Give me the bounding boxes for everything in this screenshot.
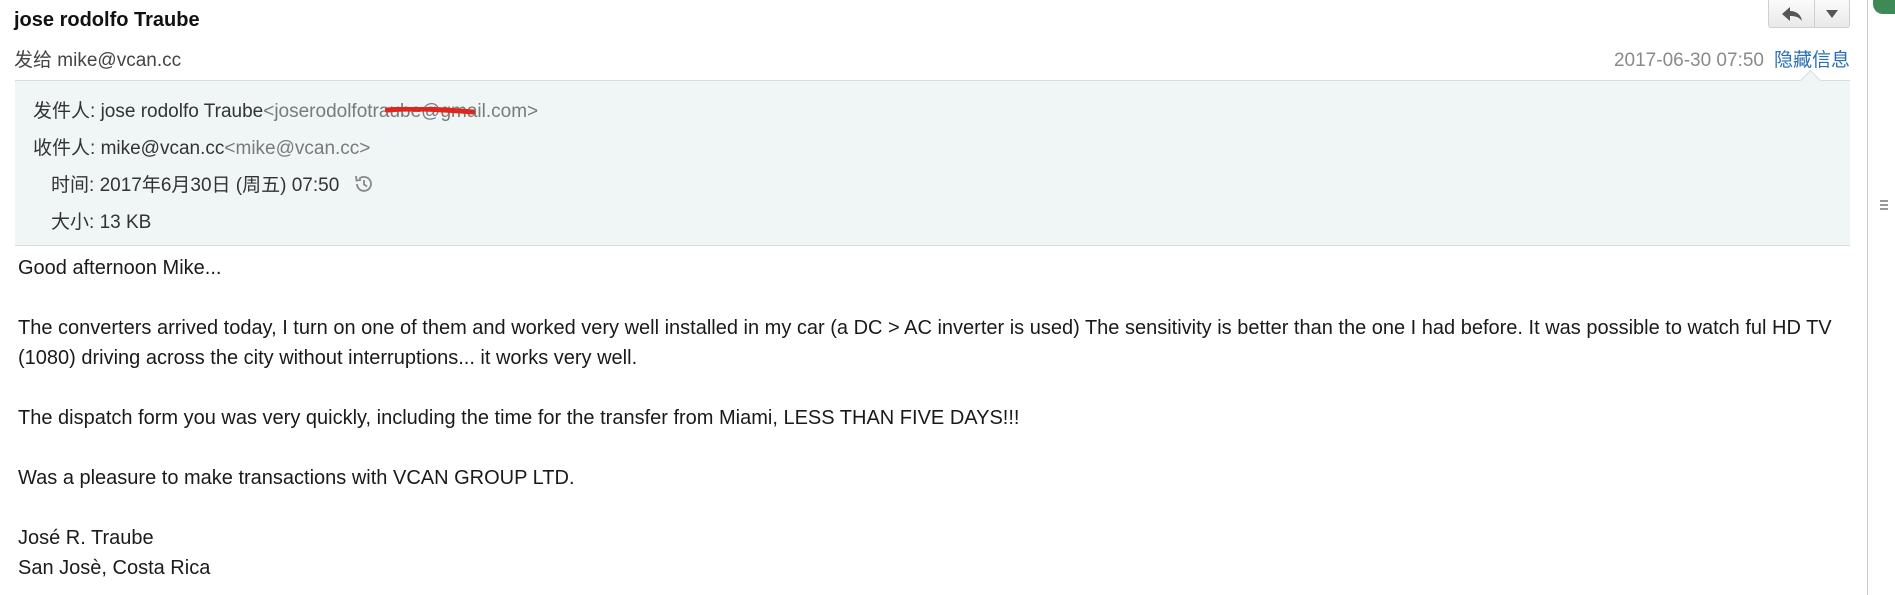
recipient-line: 发给 mike@vcan.cc	[14, 45, 181, 72]
recipient-name[interactable]: mike@vcan.cc	[101, 138, 225, 159]
recipient-email[interactable]: <mike@vcan.cc>	[224, 138, 370, 159]
signature-location: San Josè, Costa Rica	[18, 557, 211, 579]
size-label: 大小:	[51, 212, 95, 233]
time-label: 时间:	[51, 175, 95, 196]
right-scroll-edge[interactable]	[1867, 0, 1895, 595]
from-label: 发件人:	[33, 101, 96, 122]
greeting: Good afternoon Mike...	[18, 257, 222, 279]
reply-icon	[1781, 6, 1802, 21]
hide-details-link[interactable]: 隐藏信息	[1774, 50, 1850, 71]
to-label: 发给	[14, 50, 53, 71]
history-icon[interactable]	[353, 173, 375, 195]
signature-name: José R. Traube	[18, 527, 154, 549]
from-name[interactable]: jose rodolfo Traube	[101, 101, 264, 122]
time-value: 2017年6月30日 (周五) 07:50	[99, 175, 340, 196]
date-text: 2017-06-30 07:50	[1613, 50, 1764, 71]
body-paragraph-1: The converters arrived today, I turn on …	[18, 317, 1832, 369]
time-row: 时间: 2017年6月30日 (周五) 07:50	[51, 170, 375, 197]
details-notch	[1799, 69, 1822, 92]
details-panel: 发件人: jose rodolfo Traube<joserodolfotrau…	[15, 69, 1850, 246]
redaction-mark	[385, 107, 475, 115]
size-row: 大小: 13 KB	[51, 207, 151, 234]
sender-name: jose rodolfo Traube	[14, 9, 200, 31]
email-body: Good afternoon Mike... The converters ar…	[18, 253, 1838, 583]
body-paragraph-2: The dispatch form you was very quickly, …	[18, 407, 1020, 429]
resize-grip-icon[interactable]	[1880, 200, 1888, 202]
date-line: 2017-06-30 07:50 隐藏信息	[1614, 45, 1850, 72]
recipient-row: 收件人: mike@vcan.cc<mike@vcan.cc>	[33, 133, 370, 160]
to-value[interactable]: mike@vcan.cc	[57, 50, 181, 71]
reply-button[interactable]	[1769, 0, 1814, 27]
button-group	[1768, 0, 1850, 28]
chevron-down-icon	[1826, 9, 1838, 18]
more-actions-button[interactable]	[1814, 0, 1849, 27]
corner-decoration	[1873, 0, 1895, 14]
size-value: 13 KB	[99, 212, 152, 233]
body-paragraph-3: Was a pleasure to make transactions with…	[18, 467, 575, 489]
recipient-label: 收件人:	[33, 138, 96, 159]
